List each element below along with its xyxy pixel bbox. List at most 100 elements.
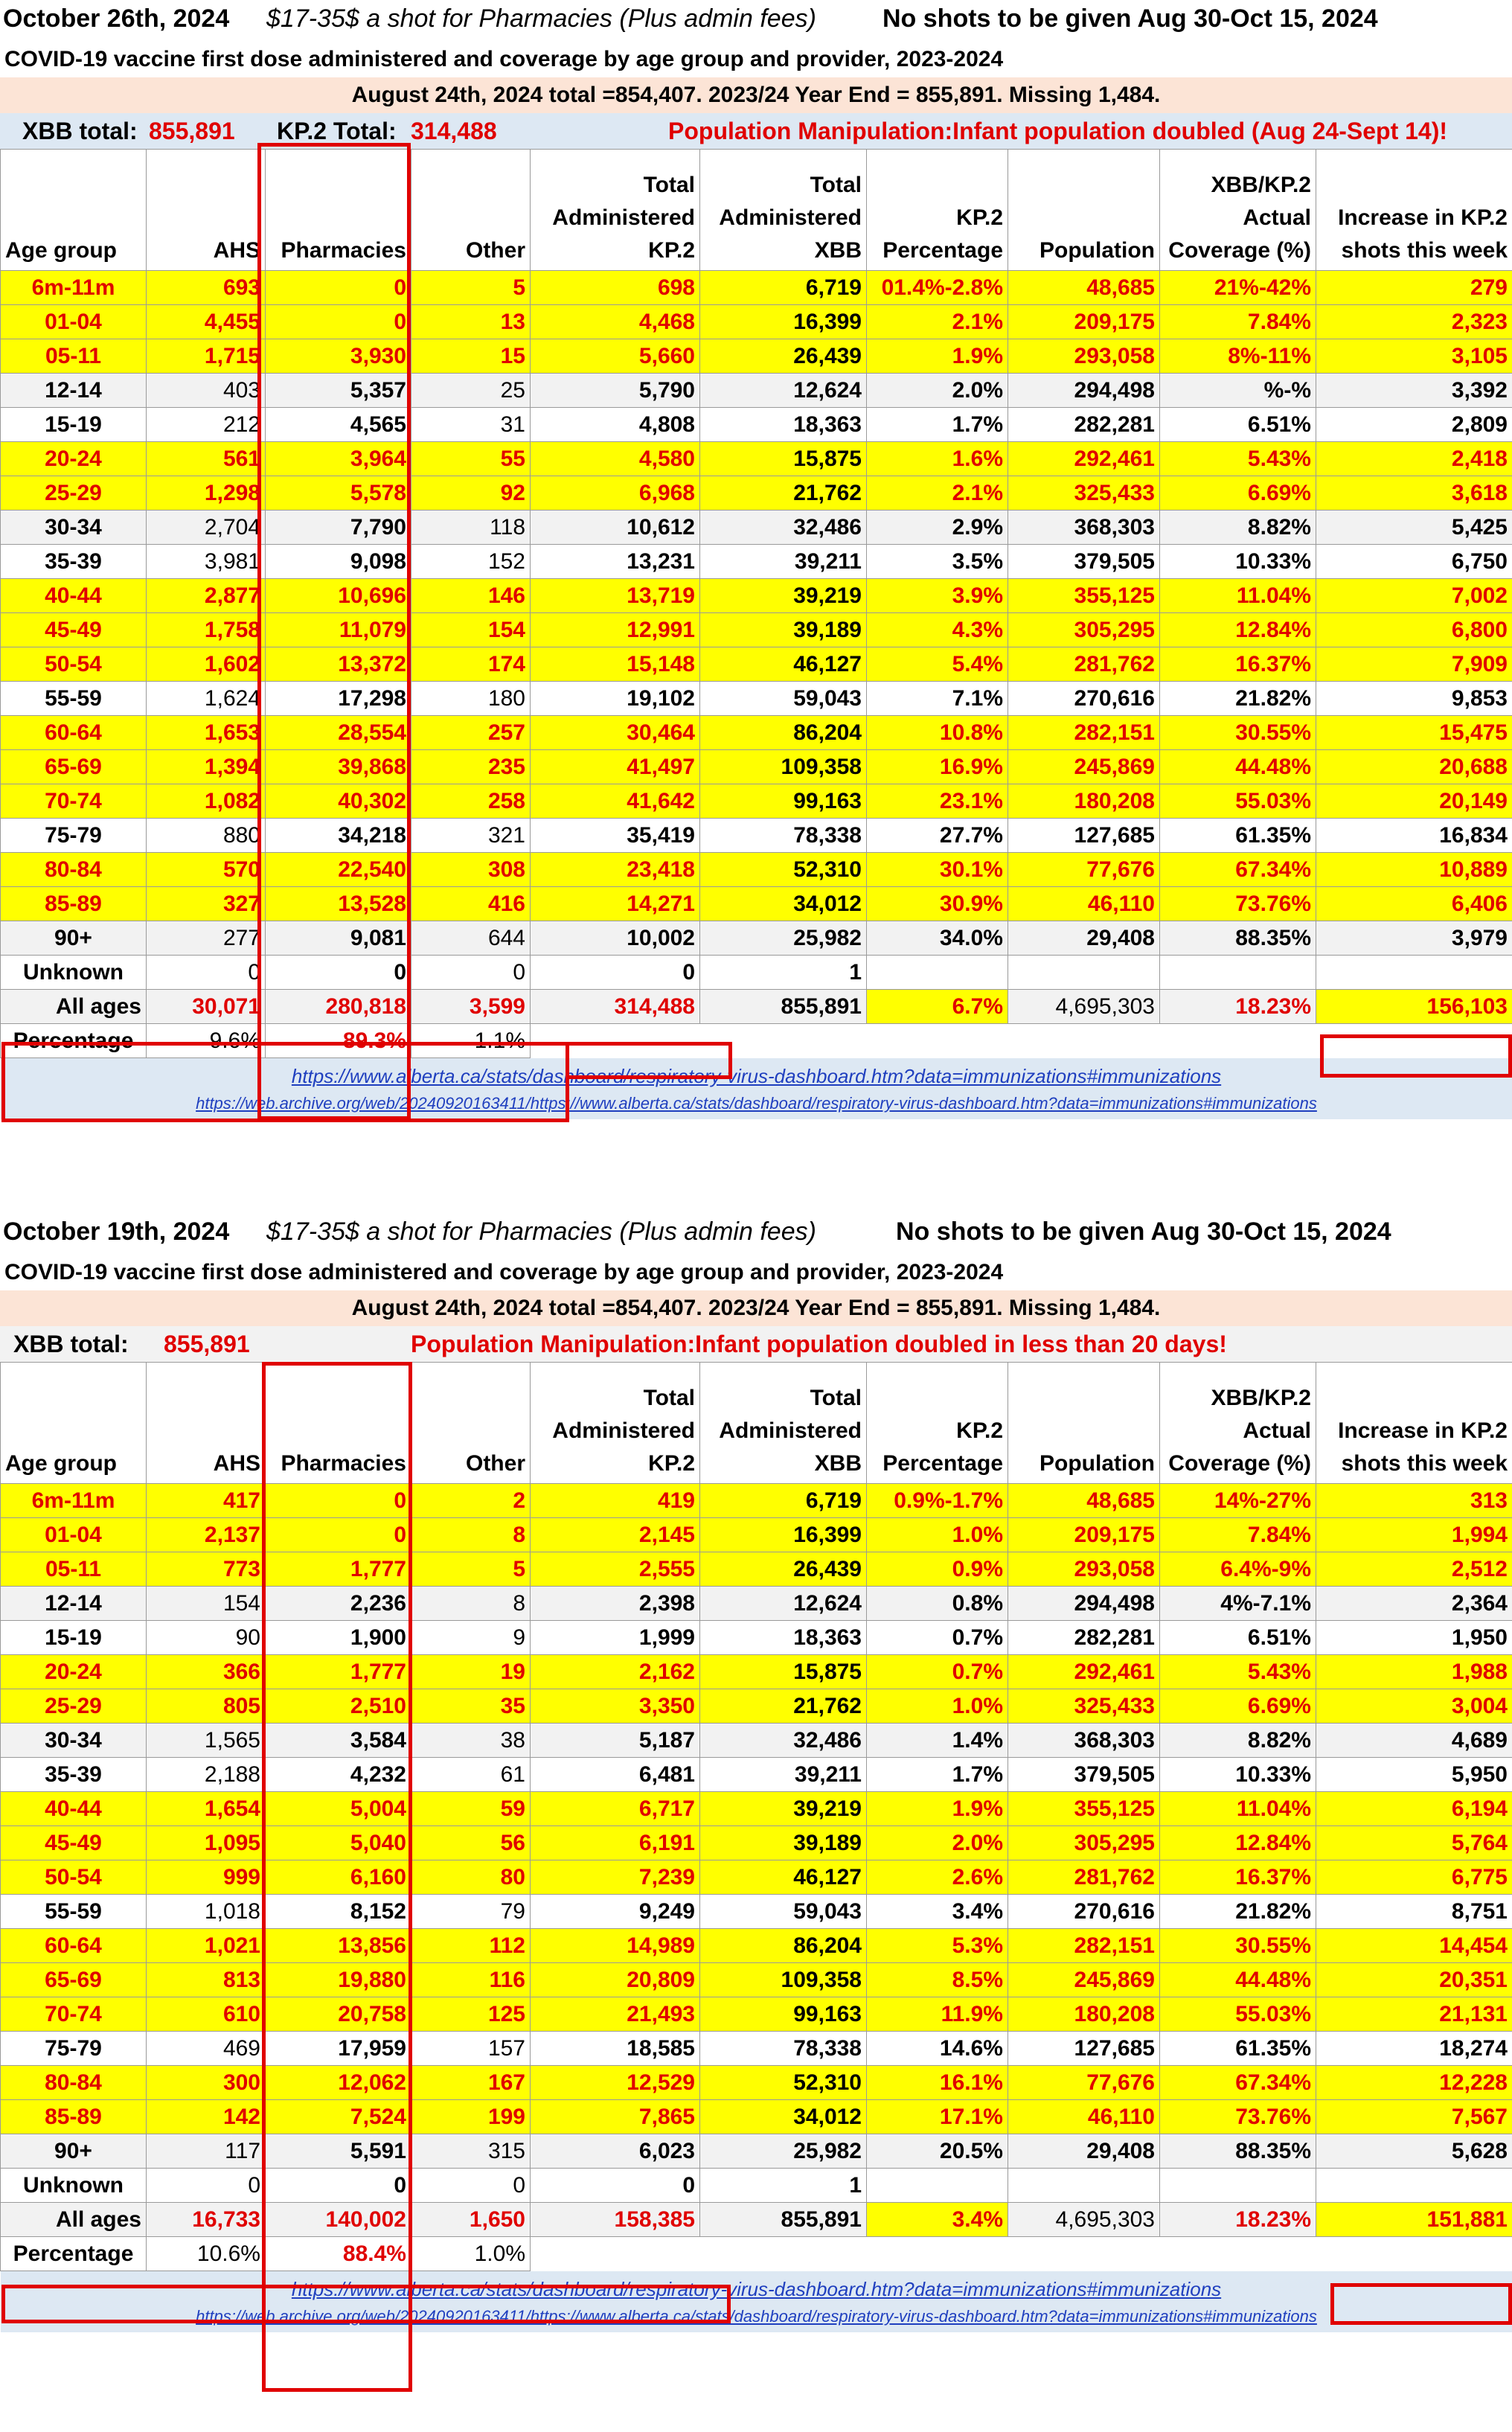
xbb-total-cell: 18,363 [699, 1620, 867, 1655]
kp2-percentage-cell: 17.1% [866, 2099, 1008, 2134]
ahs-cell: 1,394 [146, 749, 266, 784]
xbb-total-cell: 18,363 [699, 407, 867, 442]
xbb-total-cell: 78,338 [699, 818, 867, 853]
kp2-percentage-cell: 0.8% [866, 1586, 1008, 1621]
ahs-cell: 366 [146, 1654, 266, 1689]
kp2-percentage-cell: 0.7% [866, 1654, 1008, 1689]
kp2-total-cell: 2,398 [530, 1586, 700, 1621]
kp2-total-cell: 5,790 [530, 373, 700, 408]
xbb-total-cell: 6,719 [699, 1483, 867, 1518]
pharmacies-cell: 3,930 [265, 339, 411, 374]
coverage-cell: 12.84% [1159, 612, 1316, 647]
archive-link[interactable]: https://web.archive.org/web/202409201634… [1, 2304, 1512, 2329]
weekly-increase-cell: 313 [1316, 1483, 1512, 1518]
age-group-cell: 80-84 [0, 2065, 147, 2100]
ahs-cell: 300 [146, 2065, 266, 2100]
all-ages-population: 4,695,303 [1008, 989, 1160, 1024]
kp2-percentage-cell: 3.9% [866, 578, 1008, 613]
kp2-percentage-cell: 01.4%-2.8% [866, 270, 1008, 305]
age-group-cell: 05-11 [0, 1552, 147, 1587]
other-cell: 258 [411, 784, 531, 819]
pharmacies-cell: 7,524 [265, 2099, 411, 2134]
coverage-cell: 6.51% [1159, 407, 1316, 442]
ahs-cell: 469 [146, 2031, 266, 2066]
age-group-cell: 6m-11m [0, 1483, 147, 1518]
report-date: October 19th, 2024 [3, 1217, 230, 1246]
col-total-xbb-header: Total Administered XBB [699, 1362, 867, 1484]
pharmacies-cell: 13,856 [265, 1928, 411, 1963]
other-cell: 154 [411, 612, 531, 647]
ahs-cell: 2,137 [146, 1517, 266, 1552]
other-cell: 8 [411, 1517, 531, 1552]
archive-link[interactable]: https://web.archive.org/web/202409201634… [1, 1091, 1512, 1116]
weekly-increase-cell: 2,364 [1316, 1586, 1512, 1621]
weekly-increase-cell: 10,889 [1316, 852, 1512, 887]
table-row: 75-79 469 17,959 157 18,585 78,338 14.6% 127,68… [0, 2031, 1512, 2066]
percentage-label: Percentage [0, 1023, 147, 1058]
coverage-cell: 8%-11% [1159, 339, 1316, 374]
age-group-cell: 6m-11m [0, 270, 147, 305]
weekly-increase-cell: 1,988 [1316, 1654, 1512, 1689]
pharmacies-cell: 13,372 [265, 647, 411, 682]
other-cell: 199 [411, 2099, 531, 2134]
age-group-cell: 75-79 [0, 818, 147, 853]
population-cell [1008, 2168, 1160, 2203]
table-row: 55-59 1,018 8,152 79 9,249 59,043 3.4% 270,616 2… [0, 1894, 1512, 1929]
percentage-ahs: 9.6% [146, 1023, 266, 1058]
all-ages-label: All ages [0, 2202, 147, 2237]
ahs-cell: 117 [146, 2134, 266, 2169]
all-ages-row: All ages 16,733 140,002 1,650 158,385 855,891… [0, 2202, 1512, 2237]
ahs-cell: 999 [146, 1860, 266, 1895]
all-ages-xbb: 855,891 [699, 989, 867, 1024]
kp2-total-cell: 1,999 [530, 1620, 700, 1655]
kp2-percentage-cell: 5.4% [866, 647, 1008, 682]
xbb-total-cell: 16,399 [699, 304, 867, 339]
population-manipulation-note: Population Manipulation:Infant populatio… [668, 118, 1448, 144]
pharmacies-cell: 11,079 [265, 612, 411, 647]
all-ages-ahs: 16,733 [146, 2202, 266, 2237]
other-cell: 112 [411, 1928, 531, 1963]
other-cell: 31 [411, 407, 531, 442]
table-row: 05-11 773 1,777 5 2,555 26,439 0.9% 293,058 6.4%… [0, 1552, 1512, 1587]
kp2-total-cell: 6,968 [530, 476, 700, 511]
dashboard-link[interactable]: https://www.alberta.ca/stats/dashboard/r… [1, 2274, 1512, 2304]
age-group-cell: 75-79 [0, 2031, 147, 2066]
other-cell: 8 [411, 1586, 531, 1621]
table-row: 50-54 1,602 13,372 174 15,148 46,127 5.4% 281,7… [0, 647, 1512, 682]
age-group-cell: 30-34 [0, 1723, 147, 1758]
table-row: 45-49 1,095 5,040 56 6,191 39,189 2.0% 305,295 1… [0, 1825, 1512, 1860]
xbb-total-cell: 25,982 [699, 921, 867, 956]
col-other-header: Other [411, 1362, 531, 1484]
kp2-total-cell: 2,162 [530, 1654, 700, 1689]
ahs-cell: 4,455 [146, 304, 266, 339]
kp2-total-cell: 419 [530, 1483, 700, 1518]
ahs-cell: 813 [146, 1962, 266, 1997]
pharmacies-cell: 5,040 [265, 1825, 411, 1860]
population-cell: 355,125 [1008, 578, 1160, 613]
no-shots-note: No shots to be given Aug 30-Oct 15, 2024 [882, 4, 1378, 33]
weekly-increase-cell [1316, 955, 1512, 990]
population-cell: 305,295 [1008, 1825, 1160, 1860]
weekly-increase-cell: 8,751 [1316, 1894, 1512, 1929]
xbb-total-cell: 52,310 [699, 852, 867, 887]
kp2-percentage-cell: 16.1% [866, 2065, 1008, 2100]
xbb-total-cell: 39,211 [699, 1757, 867, 1792]
pharmacies-cell: 5,591 [265, 2134, 411, 2169]
xbb-total-cell: 52,310 [699, 2065, 867, 2100]
table-row: 80-84 570 22,540 308 23,418 52,310 30.1% 77,676… [0, 852, 1512, 887]
kp2-total-cell: 6,023 [530, 2134, 700, 2169]
table-subtitle: COVID-19 vaccine first dose administered… [4, 1260, 1004, 1284]
kp2-percentage-cell: 5.3% [866, 1928, 1008, 1963]
kp2-total-cell: 13,231 [530, 544, 700, 579]
col-age-group-header: Age group [0, 149, 147, 271]
weekly-increase-cell: 16,834 [1316, 818, 1512, 853]
age-group-cell: 15-19 [0, 407, 147, 442]
table-row: 01-04 4,455 0 13 4,468 16,399 2.1% 209,175 7.84%… [0, 304, 1512, 339]
pharmacies-cell: 34,218 [265, 818, 411, 853]
kp2-percentage-cell: 27.7% [866, 818, 1008, 853]
age-group-cell: 55-59 [0, 681, 147, 716]
table-row: 35-39 2,188 4,232 61 6,481 39,211 1.7% 379,505 1… [0, 1757, 1512, 1792]
kp2-percentage-cell: 4.3% [866, 612, 1008, 647]
xbb-total-cell: 1 [699, 955, 867, 990]
dashboard-link[interactable]: https://www.alberta.ca/stats/dashboard/r… [1, 1061, 1512, 1091]
